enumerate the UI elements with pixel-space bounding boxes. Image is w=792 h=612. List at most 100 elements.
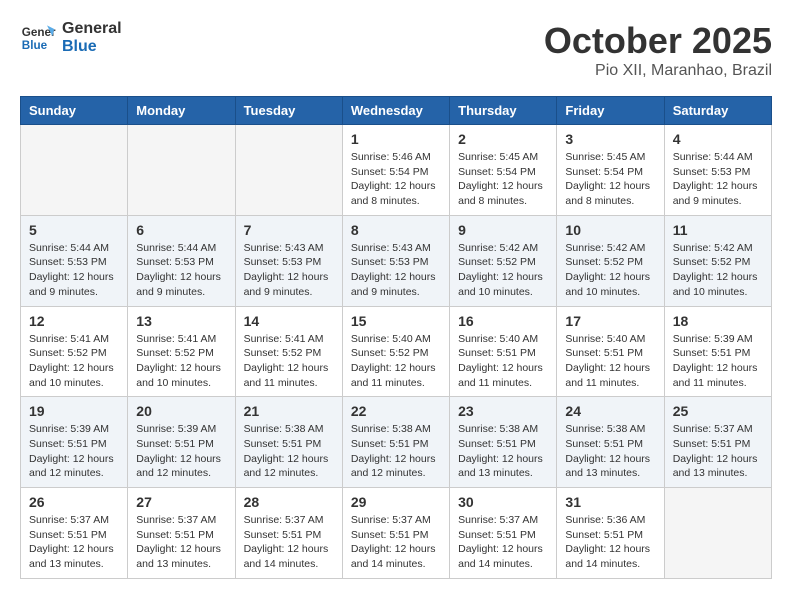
page-header: General Blue General Blue October 2025 P… — [20, 20, 772, 80]
calendar-cell: 1 Sunrise: 5:46 AM Sunset: 5:54 PM Daylig… — [342, 125, 449, 216]
calendar-cell — [21, 125, 128, 216]
logo: General Blue General Blue — [20, 20, 122, 56]
day-info: Sunrise: 5:43 AM Sunset: 5:53 PM Dayligh… — [351, 241, 441, 300]
day-info: Sunrise: 5:41 AM Sunset: 5:52 PM Dayligh… — [136, 332, 226, 391]
day-number: 2 — [458, 131, 548, 147]
weekday-header: Friday — [557, 97, 664, 125]
day-number: 3 — [565, 131, 655, 147]
calendar-cell: 5 Sunrise: 5:44 AM Sunset: 5:53 PM Daylig… — [21, 215, 128, 306]
day-number: 14 — [244, 313, 334, 329]
day-info: Sunrise: 5:42 AM Sunset: 5:52 PM Dayligh… — [673, 241, 763, 300]
day-info: Sunrise: 5:42 AM Sunset: 5:52 PM Dayligh… — [458, 241, 548, 300]
day-number: 16 — [458, 313, 548, 329]
day-number: 11 — [673, 222, 763, 238]
calendar-cell: 27 Sunrise: 5:37 AM Sunset: 5:51 PM Dayli… — [128, 488, 235, 579]
calendar-cell: 6Sunrise: 5:44 AM Sunset: 5:53 PM Daylig… — [128, 215, 235, 306]
calendar-cell: 25Sunrise: 5:37 AM Sunset: 5:51 PM Dayli… — [664, 397, 771, 488]
calendar-cell: 3 Sunrise: 5:45 AM Sunset: 5:54 PM Daylig… — [557, 125, 664, 216]
weekday-header: Monday — [128, 97, 235, 125]
day-info: Sunrise: 5:44 AM Sunset: 5:53 PM Dayligh… — [136, 241, 226, 300]
day-info: Sunrise: 5:39 AM Sunset: 5:51 PM Dayligh… — [673, 332, 763, 391]
calendar-cell: 19 Sunrise: 5:39 AM Sunset: 5:51 PM Dayli… — [21, 397, 128, 488]
day-number: 1 — [351, 131, 441, 147]
location: Pio XII, Maranhao, Brazil — [544, 62, 772, 80]
day-info: Sunrise: 5:41 AM Sunset: 5:52 PM Dayligh… — [29, 332, 119, 391]
calendar-cell: 16 Sunrise: 5:40 AM Sunset: 5:51 PM Dayli… — [450, 306, 557, 397]
day-number: 15 — [351, 313, 441, 329]
day-number: 18 — [673, 313, 763, 329]
day-info: Sunrise: 5:38 AM Sunset: 5:51 PM Dayligh… — [458, 422, 548, 481]
calendar-cell — [128, 125, 235, 216]
day-info: Sunrise: 5:36 AM Sunset: 5:51 PM Dayligh… — [565, 513, 655, 572]
calendar-cell: 8 Sunrise: 5:43 AM Sunset: 5:53 PM Daylig… — [342, 215, 449, 306]
day-info: Sunrise: 5:37 AM Sunset: 5:51 PM Dayligh… — [351, 513, 441, 572]
day-number: 5 — [29, 222, 119, 238]
day-info: Sunrise: 5:38 AM Sunset: 5:51 PM Dayligh… — [351, 422, 441, 481]
calendar-cell: 9Sunrise: 5:42 AM Sunset: 5:52 PM Daylig… — [450, 215, 557, 306]
day-info: Sunrise: 5:38 AM Sunset: 5:51 PM Dayligh… — [565, 422, 655, 481]
weekday-header: Thursday — [450, 97, 557, 125]
calendar-cell: 4 Sunrise: 5:44 AM Sunset: 5:53 PM Daylig… — [664, 125, 771, 216]
day-info: Sunrise: 5:44 AM Sunset: 5:53 PM Dayligh… — [29, 241, 119, 300]
day-number: 30 — [458, 494, 548, 510]
logo-general: General — [62, 20, 122, 38]
day-number: 19 — [29, 403, 119, 419]
day-info: Sunrise: 5:45 AM Sunset: 5:54 PM Dayligh… — [565, 150, 655, 209]
month-title: October 2025 — [544, 20, 772, 62]
weekday-header: Tuesday — [235, 97, 342, 125]
day-info: Sunrise: 5:43 AM Sunset: 5:53 PM Dayligh… — [244, 241, 334, 300]
day-info: Sunrise: 5:37 AM Sunset: 5:51 PM Dayligh… — [136, 513, 226, 572]
day-info: Sunrise: 5:44 AM Sunset: 5:53 PM Dayligh… — [673, 150, 763, 209]
calendar-cell: 12 Sunrise: 5:41 AM Sunset: 5:52 PM Dayli… — [21, 306, 128, 397]
day-info: Sunrise: 5:42 AM Sunset: 5:52 PM Dayligh… — [565, 241, 655, 300]
day-number: 29 — [351, 494, 441, 510]
weekday-header: Saturday — [664, 97, 771, 125]
day-number: 8 — [351, 222, 441, 238]
calendar-cell: 11 Sunrise: 5:42 AM Sunset: 5:52 PM Dayli… — [664, 215, 771, 306]
calendar-cell — [235, 125, 342, 216]
calendar-cell: 28Sunrise: 5:37 AM Sunset: 5:51 PM Dayli… — [235, 488, 342, 579]
day-number: 25 — [673, 403, 763, 419]
day-info: Sunrise: 5:46 AM Sunset: 5:54 PM Dayligh… — [351, 150, 441, 209]
calendar-cell: 20 Sunrise: 5:39 AM Sunset: 5:51 PM Dayli… — [128, 397, 235, 488]
day-info: Sunrise: 5:40 AM Sunset: 5:51 PM Dayligh… — [458, 332, 548, 391]
calendar-cell: 21Sunrise: 5:38 AM Sunset: 5:51 PM Dayli… — [235, 397, 342, 488]
day-number: 27 — [136, 494, 226, 510]
calendar-cell: 2 Sunrise: 5:45 AM Sunset: 5:54 PM Daylig… — [450, 125, 557, 216]
calendar-cell: 13Sunrise: 5:41 AM Sunset: 5:52 PM Dayli… — [128, 306, 235, 397]
day-info: Sunrise: 5:38 AM Sunset: 5:51 PM Dayligh… — [244, 422, 334, 481]
day-number: 26 — [29, 494, 119, 510]
calendar-cell: 10Sunrise: 5:42 AM Sunset: 5:52 PM Dayli… — [557, 215, 664, 306]
day-number: 4 — [673, 131, 763, 147]
calendar-cell: 29 Sunrise: 5:37 AM Sunset: 5:51 PM Dayli… — [342, 488, 449, 579]
day-number: 12 — [29, 313, 119, 329]
calendar-cell — [664, 488, 771, 579]
day-info: Sunrise: 5:39 AM Sunset: 5:51 PM Dayligh… — [136, 422, 226, 481]
calendar-week-row: 26 Sunrise: 5:37 AM Sunset: 5:51 PM Dayli… — [21, 488, 772, 579]
weekday-header: Wednesday — [342, 97, 449, 125]
logo-blue: Blue — [62, 38, 122, 56]
day-info: Sunrise: 5:37 AM Sunset: 5:51 PM Dayligh… — [29, 513, 119, 572]
day-info: Sunrise: 5:37 AM Sunset: 5:51 PM Dayligh… — [458, 513, 548, 572]
calendar-cell: 15 Sunrise: 5:40 AM Sunset: 5:52 PM Dayli… — [342, 306, 449, 397]
weekday-header: Sunday — [21, 97, 128, 125]
day-info: Sunrise: 5:40 AM Sunset: 5:52 PM Dayligh… — [351, 332, 441, 391]
day-number: 17 — [565, 313, 655, 329]
day-number: 22 — [351, 403, 441, 419]
day-info: Sunrise: 5:45 AM Sunset: 5:54 PM Dayligh… — [458, 150, 548, 209]
day-info: Sunrise: 5:39 AM Sunset: 5:51 PM Dayligh… — [29, 422, 119, 481]
calendar-week-row: 1 Sunrise: 5:46 AM Sunset: 5:54 PM Daylig… — [21, 125, 772, 216]
calendar-week-row: 5 Sunrise: 5:44 AM Sunset: 5:53 PM Daylig… — [21, 215, 772, 306]
calendar-cell: 23Sunrise: 5:38 AM Sunset: 5:51 PM Dayli… — [450, 397, 557, 488]
weekday-header-row: SundayMondayTuesdayWednesdayThursdayFrid… — [21, 97, 772, 125]
calendar-cell: 30 Sunrise: 5:37 AM Sunset: 5:51 PM Dayli… — [450, 488, 557, 579]
calendar-cell: 17 Sunrise: 5:40 AM Sunset: 5:51 PM Dayli… — [557, 306, 664, 397]
day-number: 20 — [136, 403, 226, 419]
calendar-week-row: 12 Sunrise: 5:41 AM Sunset: 5:52 PM Dayli… — [21, 306, 772, 397]
calendar-cell: 22 Sunrise: 5:38 AM Sunset: 5:51 PM Dayli… — [342, 397, 449, 488]
day-info: Sunrise: 5:41 AM Sunset: 5:52 PM Dayligh… — [244, 332, 334, 391]
day-info: Sunrise: 5:40 AM Sunset: 5:51 PM Dayligh… — [565, 332, 655, 391]
calendar-week-row: 19 Sunrise: 5:39 AM Sunset: 5:51 PM Dayli… — [21, 397, 772, 488]
day-number: 31 — [565, 494, 655, 510]
calendar-cell: 18 Sunrise: 5:39 AM Sunset: 5:51 PM Dayli… — [664, 306, 771, 397]
